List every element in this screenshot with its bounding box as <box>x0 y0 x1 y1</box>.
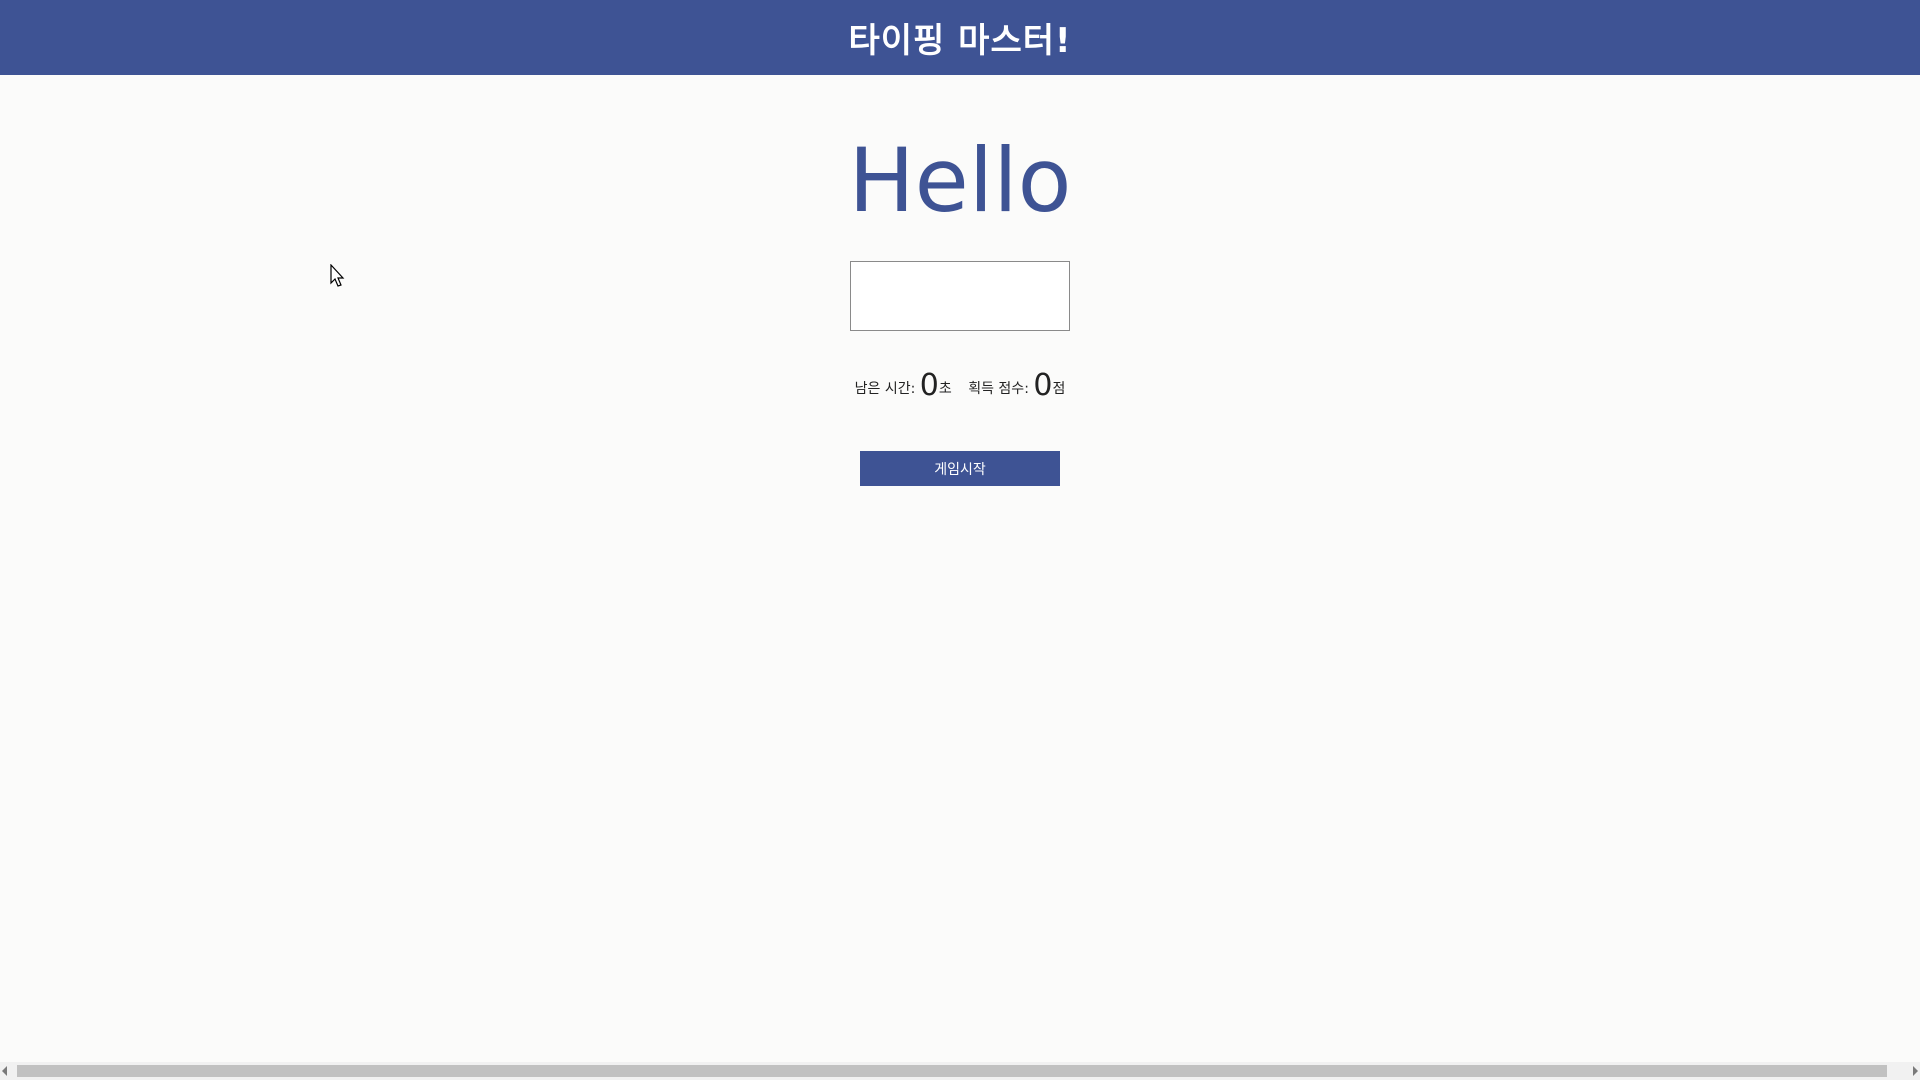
score-label: 획득 점수: <box>968 381 1029 397</box>
horizontal-scrollbar[interactable] <box>0 1062 1920 1080</box>
time-value: 0 <box>919 368 939 403</box>
mouse-pointer-icon <box>330 264 345 287</box>
target-word: Hello <box>848 129 1072 232</box>
time-remaining: 남은 시간: 0초 <box>854 368 957 403</box>
app-header: 타이핑 마스터! <box>0 0 1920 75</box>
typing-input[interactable] <box>850 261 1070 331</box>
score-unit: 점 <box>1052 381 1066 397</box>
scrollbar-thumb[interactable] <box>17 1065 1887 1077</box>
score: 획득 점수: 0점 <box>968 368 1066 403</box>
score-value: 0 <box>1033 368 1053 403</box>
start-game-button[interactable]: 게임시작 <box>860 451 1060 486</box>
status-bar: 남은 시간: 0초 획득 점수: 0점 <box>0 366 1920 409</box>
arrow-right-icon[interactable] <box>1913 1066 1918 1076</box>
arrow-left-icon[interactable] <box>2 1066 7 1076</box>
time-label: 남은 시간: <box>854 381 916 397</box>
time-unit: 초 <box>938 381 952 397</box>
page-title: 타이핑 마스터! <box>848 21 1072 61</box>
